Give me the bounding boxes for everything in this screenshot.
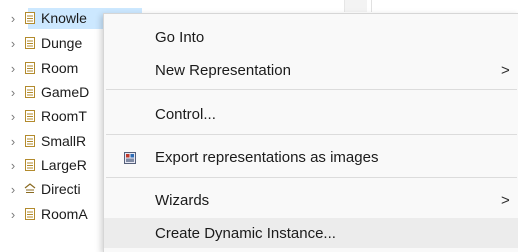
submenu-arrow-icon: > [501,61,510,79]
menu-separator [106,177,517,178]
tree-item-label: Dunge [41,35,83,51]
menu-item-wizards[interactable]: Wizards > [104,185,518,215]
expand-chevron-icon[interactable]: › [6,85,20,100]
tree-item-label: GameD [41,84,90,100]
expand-chevron-icon[interactable]: › [6,182,20,197]
menu-item-label: Go Into [155,28,205,46]
menu-separator [106,134,517,135]
tree-item-label: SmallR [41,133,87,149]
representation-icon [24,85,36,99]
expand-chevron-icon[interactable]: › [6,36,20,51]
tree-item-label: RoomT [41,108,87,124]
menu-item-label: Export representations as images [155,148,379,166]
menu-item-new-representation[interactable]: New Representation > [104,55,518,85]
representation-icon [24,11,36,25]
tree-item-label: RoomA [41,206,88,222]
menu-separator [106,89,517,90]
menu-item-label: Create Dynamic Instance... [155,224,336,242]
context-menu: Go Into New Representation > Control... … [103,13,518,252]
menu-item-label: Control... [155,105,216,123]
expand-chevron-icon[interactable]: › [6,134,20,149]
enumeration-icon [24,182,36,196]
menu-item-label: New Representation [155,61,291,79]
menu-item-control[interactable]: Control... [104,99,518,129]
tree-item-label: Room [41,60,79,76]
expand-chevron-icon[interactable]: › [6,11,20,26]
expand-chevron-icon[interactable]: › [6,61,20,76]
tree-item-label: Knowle [41,10,87,26]
expand-chevron-icon[interactable]: › [6,207,20,222]
scrollbar-stub[interactable] [344,0,367,12]
panel-divider [371,0,372,12]
tree-item-label: LargeR [41,157,87,173]
menu-item-export-representations[interactable]: Export representations as images [104,142,518,172]
representation-icon [24,36,36,50]
representation-icon [24,207,36,221]
representation-icon [24,158,36,172]
menu-item-create-dynamic-instance[interactable]: Create Dynamic Instance... [104,218,518,248]
menu-item-label: Wizards [155,191,210,209]
representation-icon [24,61,36,75]
expand-chevron-icon[interactable]: › [6,158,20,173]
tree-item-label: Directi [41,181,81,197]
menu-item-go-into[interactable]: Go Into [104,22,518,52]
export-images-icon [124,151,136,164]
expand-chevron-icon[interactable]: › [6,109,20,124]
representation-icon [24,109,36,123]
submenu-arrow-icon: > [501,191,510,209]
representation-icon [24,134,36,148]
